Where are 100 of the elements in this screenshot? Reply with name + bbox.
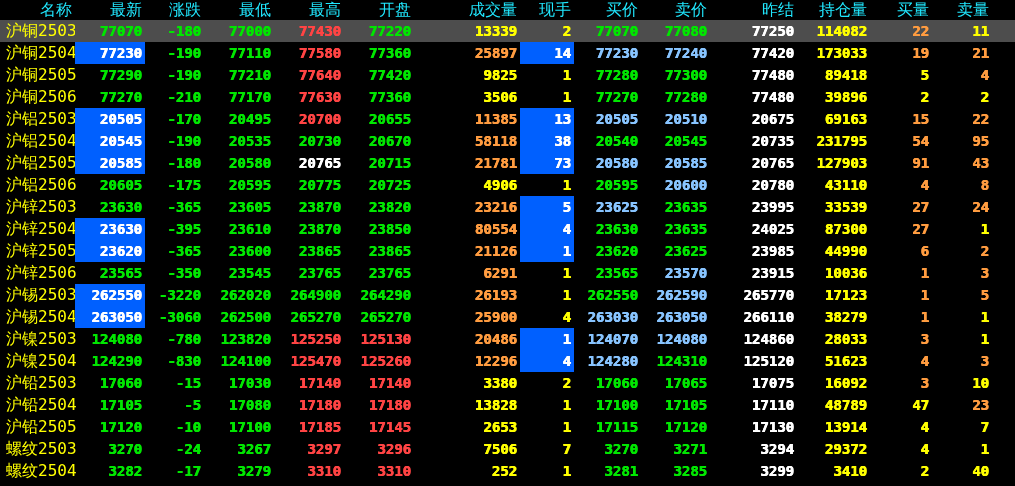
table-cell: 17060 (595, 375, 638, 391)
table-cell: 29372 (824, 441, 867, 457)
table-cell: 13339 (474, 23, 517, 39)
contract-name[interactable]: 沪镍2503 (0, 328, 75, 350)
table-cell: 3297 (307, 441, 341, 457)
table-cell: 23545 (228, 265, 271, 281)
contract-name[interactable]: 沪锡2503 (0, 284, 75, 306)
table-cell: 17123 (824, 287, 867, 303)
contract-name[interactable]: 沪铅2503 (0, 372, 75, 394)
table-cell: 20505 (99, 111, 142, 127)
table-cell: 28033 (824, 331, 867, 347)
table-cell: 1 (562, 243, 571, 259)
table-cell: 3310 (377, 463, 411, 479)
table-cell: 77210 (228, 67, 271, 83)
table-cell: 1 (562, 265, 571, 281)
contract-name[interactable]: 沪铜2506 (0, 86, 75, 108)
table-cell: 17110 (751, 397, 794, 413)
table-cell: 1 (980, 221, 989, 237)
table-cell: 3 (920, 331, 929, 347)
table-cell: 6291 (483, 265, 517, 281)
table-cell: 17100 (228, 419, 271, 435)
contract-name[interactable]: 沪铝2506 (0, 174, 75, 196)
column-header[interactable]: 成交量 (414, 0, 520, 20)
column-header[interactable]: 最新 (75, 0, 145, 20)
table-cell: 20580 (595, 155, 638, 171)
table-cell: 23865 (298, 243, 341, 259)
table-cell: 2 (980, 243, 989, 259)
column-header[interactable]: 名称 (0, 0, 75, 20)
contract-name[interactable]: 沪铝2505 (0, 152, 75, 174)
column-header[interactable]: 现手 (520, 0, 574, 20)
contract-name[interactable]: 沪铅2505 (0, 416, 75, 438)
contract-name[interactable]: 沪铅2504 (0, 394, 75, 416)
column-header[interactable]: 最低 (204, 0, 274, 20)
column-header[interactable]: 买价 (574, 0, 641, 20)
table-cell: 20655 (368, 111, 411, 127)
column-header[interactable]: 昨结 (710, 0, 797, 20)
table-cell: 20775 (298, 177, 341, 193)
table-cell: 4906 (483, 177, 517, 193)
column-header[interactable]: 买量 (870, 0, 932, 20)
table-cell: 77420 (751, 45, 794, 61)
contract-name[interactable]: 沪锌2506 (0, 262, 75, 284)
contract-name[interactable]: 沪锌2505 (0, 240, 75, 262)
contract-name[interactable]: 螺纹2503 (0, 438, 75, 460)
contract-name[interactable]: 螺纹2504 (0, 460, 75, 482)
column-header[interactable]: 卖价 (641, 0, 710, 20)
table-cell: 77640 (298, 67, 341, 83)
table-cell: 24025 (751, 221, 794, 237)
table-cell: 7 (980, 419, 989, 435)
table-cell: 23985 (751, 243, 794, 259)
table-cell: 13 (554, 111, 571, 127)
contract-name[interactable]: 沪铜2505 (0, 64, 75, 86)
table-cell: 124280 (587, 353, 638, 369)
contract-name[interactable]: 沪铝2503 (0, 108, 75, 130)
table-cell: 12296 (474, 353, 517, 369)
contract-name[interactable]: 沪锌2504 (0, 218, 75, 240)
table-cell: 3 (980, 265, 989, 281)
table-cell: -3060 (158, 309, 201, 325)
table-cell: 20765 (751, 155, 794, 171)
table-cell: 4 (920, 441, 929, 457)
table-cell: 124100 (220, 353, 271, 369)
contract-name[interactable]: 沪铝2504 (0, 130, 75, 152)
column-header[interactable]: 涨跌 (145, 0, 204, 20)
table-cell: 24 (972, 199, 989, 215)
contract-name[interactable]: 沪铜2504 (0, 42, 75, 64)
table-cell: 114082 (816, 23, 867, 39)
table-cell: 4 (920, 353, 929, 369)
table-cell: 77270 (595, 89, 638, 105)
column-header[interactable]: 最高 (274, 0, 344, 20)
table-cell: 77170 (228, 89, 271, 105)
table-cell: 22 (912, 23, 929, 39)
contract-name[interactable]: 沪镍2504 (0, 350, 75, 372)
contract-name[interactable]: 沪锡2504 (0, 306, 75, 328)
table-cell: 91 (912, 155, 929, 171)
table-cell: 17080 (228, 397, 271, 413)
column-header[interactable]: 卖量 (932, 0, 992, 20)
contract-name[interactable]: 沪锌2503 (0, 196, 75, 218)
table-cell: 20600 (664, 177, 707, 193)
table-cell: 20780 (751, 177, 794, 193)
table-cell: 77360 (368, 45, 411, 61)
table-cell: -365 (167, 199, 201, 215)
table-cell: 25900 (474, 309, 517, 325)
table-cell: 43110 (824, 177, 867, 193)
table-cell: 23610 (228, 221, 271, 237)
table-cell: -5 (184, 397, 201, 413)
table-cell: 23870 (298, 199, 341, 215)
column-header[interactable]: 开盘 (344, 0, 414, 20)
table-cell: -780 (167, 331, 201, 347)
table-cell: 77300 (664, 67, 707, 83)
table-cell: 4 (920, 177, 929, 193)
table-cell: -17 (175, 463, 201, 479)
table-cell: 124070 (587, 331, 638, 347)
table-cell: 77480 (751, 89, 794, 105)
table-cell: -830 (167, 353, 201, 369)
table-cell: 10 (972, 375, 989, 391)
column-header[interactable]: 持仓量 (797, 0, 870, 20)
table-cell: 77080 (664, 23, 707, 39)
table-cell: 3294 (760, 441, 794, 457)
table-cell: 4 (920, 419, 929, 435)
table-cell: 23765 (298, 265, 341, 281)
table-cell: 77420 (368, 67, 411, 83)
